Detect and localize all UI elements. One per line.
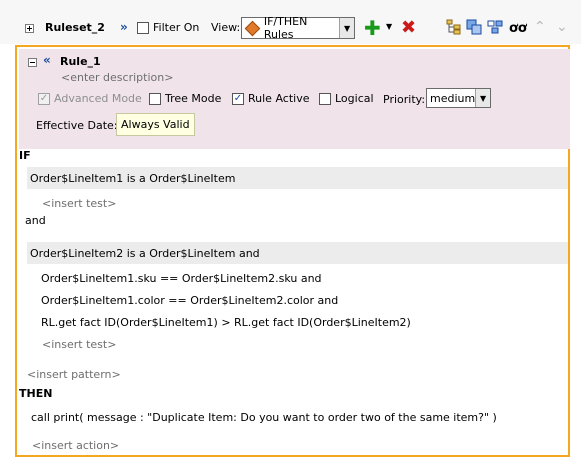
add-menu-arrow-icon[interactable]: ▼ [386,22,392,31]
and-keyword: and [25,214,46,227]
collapse-all-icon[interactable]: » [120,20,128,34]
advanced-mode-toggle[interactable]: ✓ Advanced Mode [38,92,142,105]
tree-mode-toggle[interactable]: Tree Mode [149,92,221,105]
rule-panel: « Rule_1 <enter description> ✓ Advanced … [15,45,570,457]
action-line[interactable]: call print( message : "Duplicate Item: D… [31,411,497,424]
collapse-rule-icon[interactable]: « [43,53,51,67]
rule-view-icon [244,20,261,36]
tree-icon[interactable] [446,19,462,35]
pattern-row-2[interactable]: Order$LineItem2 is a Order$LineItem and [27,242,568,264]
ruleset-expand-toggle[interactable] [25,24,34,33]
pattern-1-text[interactable]: Order$LineItem1 is a Order$LineItem [30,172,235,185]
rule-active-label: Rule Active [248,92,310,105]
logical-label: Logical [335,92,374,105]
ruleset-toolbar: Ruleset_2 » Filter On View: IF/THEN Rule… [0,0,581,44]
rule-header: « Rule_1 <enter description> ✓ Advanced … [19,49,570,149]
advanced-mode-checkbox[interactable]: ✓ [38,92,50,105]
test-line-2[interactable]: Order$LineItem1.color == Order$LineItem2… [41,294,338,307]
effective-date-value[interactable]: Always Valid [116,113,195,136]
copy-icon[interactable] [466,19,482,35]
advanced-mode-label: Advanced Mode [54,92,142,105]
tree-mode-label: Tree Mode [165,92,222,105]
effective-date-label: Effective Date: [36,119,118,132]
move-up-icon[interactable]: ⌃ [534,19,546,35]
priority-select-value: medium [430,91,476,105]
delete-icon[interactable]: ✖ [401,17,416,38]
pattern-row-1[interactable]: Order$LineItem1 is a Order$LineItem [27,167,568,189]
if-keyword: IF [19,149,31,162]
rule-active-checkbox[interactable]: ✓ [232,92,244,105]
priority-label: Priority: [383,93,426,106]
group-icon[interactable] [487,19,503,35]
logical-toggle[interactable]: Logical [319,92,374,105]
logical-checkbox[interactable] [319,92,331,105]
view-label: View: [211,21,241,34]
collapse-icon[interactable] [28,58,37,67]
priority-select[interactable]: medium ▼ [426,88,491,108]
test-line-3[interactable]: RL.get fact ID(Order$LineItem1) > RL.get… [41,316,411,329]
tree-mode-checkbox[interactable] [149,92,161,105]
view-select[interactable]: IF/THEN Rules ▼ [241,15,355,41]
chevron-down-icon[interactable]: ▼ [475,89,490,107]
view-select-value: IF/THEN Rules [263,15,308,41]
insert-action[interactable]: <insert action> [32,439,119,452]
filter-label: Filter On [153,21,200,34]
rule-name[interactable]: Rule_1 [60,55,101,68]
insert-test-2[interactable]: <insert test> [42,338,116,351]
filter-toggle[interactable]: Filter On [137,21,199,34]
expand-icon[interactable] [25,24,34,33]
insert-pattern[interactable]: <insert pattern> [27,368,121,381]
ruleset-name: Ruleset_2 [45,21,105,34]
rule-active-toggle[interactable]: ✓ Rule Active [232,92,309,105]
then-keyword: THEN [19,387,53,400]
chevron-down-icon[interactable]: ▼ [339,18,354,38]
glasses-icon[interactable]: ơơ [509,21,527,36]
filter-checkbox[interactable] [137,21,149,34]
move-down-icon[interactable]: ⌄ [556,19,568,35]
insert-test-1[interactable]: <insert test> [42,197,116,210]
pattern-2-text[interactable]: Order$LineItem2 is a Order$LineItem and [30,247,260,260]
add-icon[interactable]: ✚ [364,16,381,40]
test-line-1[interactable]: Order$LineItem1.sku == Order$LineItem2.s… [41,272,322,285]
rule-description-input[interactable]: <enter description> [61,71,173,84]
